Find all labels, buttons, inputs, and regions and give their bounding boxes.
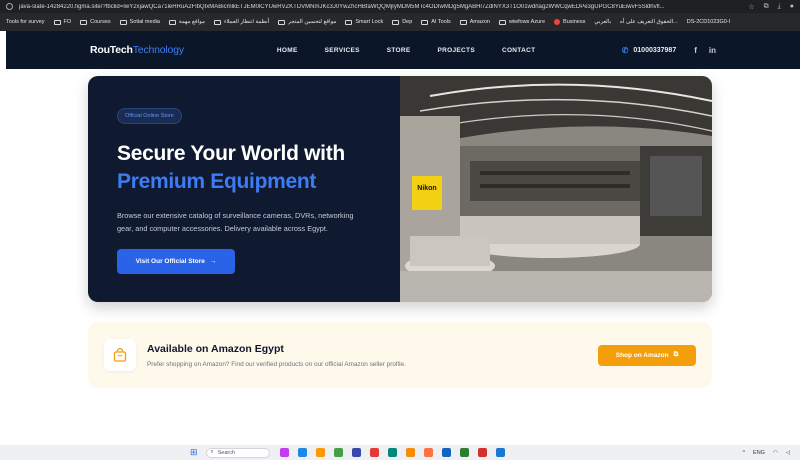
taskbar-app-icon[interactable] [297,448,307,457]
browser-address-bar: java-slate-14284220.figma.site/?fbclid=I… [0,0,800,13]
browser-extensions: ☆ ⧉ ⤓ ● [748,3,794,11]
folder-icon [459,19,467,25]
social-links: f in [694,46,716,55]
taskbar-app-icon[interactable] [351,448,361,457]
extensions-icon[interactable]: ⧉ [764,3,769,11]
hero-title: Secure Your World with [117,142,345,165]
nav-home[interactable]: HOME [277,47,298,54]
bookmark-item[interactable]: الحقوق التعريف على أه... [620,19,678,25]
bookmark-folder[interactable]: AI Tools [421,19,451,25]
taskbar-app-icon[interactable] [369,448,379,457]
linkedin-icon[interactable]: in [709,46,716,55]
wifi-icon[interactable]: ◠ [773,450,778,456]
folder-icon [80,19,88,25]
bookmark-folder[interactable]: Dep [392,19,412,25]
bookmark-folder[interactable]: مواقع مهمة [168,19,205,25]
taskbar-app-icon[interactable] [405,448,415,457]
volume-icon[interactable]: ◁ [786,450,790,456]
folder-icon [168,19,176,25]
site-header: RouTechTechnology HOME SERVICES STORE PR… [6,31,800,69]
taskbar-search[interactable]: ⌕ Search [205,447,270,458]
folder-icon [498,19,506,25]
taskbar-app-icon[interactable] [333,448,343,457]
bookmark-folder[interactable]: مواقع لتحسين المتجر [278,19,336,25]
hero-content: Official Online Store Secure Your World … [88,76,400,302]
arrow-right-icon: → [209,258,217,265]
nav-services[interactable]: SERVICES [325,47,360,54]
hero-card: Official Online Store Secure Your World … [88,76,712,302]
profile-icon[interactable]: ● [790,3,794,11]
phone-link[interactable]: ✆ 01000337987 [622,46,677,55]
bookmarks-bar: Tools for survey FO Courses Sotial media… [0,13,800,31]
amazon-title: Available on Amazon Egypt [147,342,284,355]
star-icon[interactable]: ☆ [748,3,754,11]
amazon-text: Available on Amazon Egypt Prefer shoppin… [147,343,406,368]
amazon-card: Available on Amazon Egypt Prefer shoppin… [88,322,712,388]
taskbar-app-icon[interactable] [495,448,505,457]
store-interior-image [400,76,712,302]
bookmark-item[interactable]: DS-2CD1023G0-I [687,19,730,25]
brand-logo[interactable]: RouTechTechnology [90,44,184,56]
store-photo: Nikon [400,76,712,302]
nav-contact[interactable]: CONTACT [502,47,535,54]
bookmark-folder[interactable]: Sotial media [119,19,160,25]
windows-taskbar: ⊞ ⌕ Search ^ ENG ◠ ◁ [0,445,800,460]
bookmark-folder[interactable]: wiwfows Azure [498,19,545,25]
official-store-badge: Official Online Store [117,108,182,124]
bookmark-folder[interactable]: Amazon [459,19,490,25]
search-icon: ⌕ [210,449,214,455]
folder-icon [278,19,286,25]
download-icon[interactable]: ⤓ [778,3,781,11]
phone-icon: ✆ [621,45,629,55]
nikon-sign: Nikon [417,185,437,192]
bookmark-item[interactable]: Tools for survey [6,19,45,25]
shop-on-amazon-label: Shop on Amazon [615,351,669,359]
windows-start-icon[interactable]: ⊞ [190,447,198,458]
taskbar-apps [279,448,505,457]
taskbar-app-icon[interactable] [459,448,469,457]
folder-icon [119,19,127,25]
bookmark-folder[interactable]: Courses [80,19,111,25]
taskbar-app-icon[interactable] [279,448,289,457]
bookmark-folder[interactable]: FO [53,19,71,25]
taskbar-app-icon[interactable] [423,448,433,457]
system-tray: ^ ENG ◠ ◁ [742,450,790,456]
hero-title-highlight: Premium Equipment [117,170,317,193]
chevron-up-icon[interactable]: ^ [742,450,745,456]
taskbar-search-label: Search [217,449,236,456]
nav-projects[interactable]: PROJECTS [438,47,475,54]
bookmark-item[interactable]: بالعربي [594,19,611,25]
nav-store[interactable]: STORE [387,47,411,54]
visit-store-label: Visit Our Official Store [135,258,205,265]
bookmark-favicon [554,19,561,25]
external-link-icon: ⧉ [673,351,679,358]
folder-icon [345,19,353,25]
language-indicator[interactable]: ENG [753,450,765,456]
taskbar-app-icon[interactable] [315,448,325,457]
visit-store-button[interactable]: Visit Our Official Store → [117,249,235,274]
amazon-subtitle: Prefer shopping on Amazon? Find our veri… [147,360,406,368]
folder-icon [421,19,429,25]
main-nav: HOME SERVICES STORE PROJECTS CONTACT [277,47,535,54]
taskbar-app-icon[interactable] [477,448,487,457]
bookmark-folder[interactable]: Smart Lock [345,19,383,25]
facebook-icon[interactable]: f [694,46,697,55]
folder-icon [392,19,400,25]
bookmark-item[interactable]: Business [554,19,585,25]
hero-description: Browse our extensive catalog of surveill… [117,211,354,233]
url-field[interactable]: java-slate-14284220.figma.site/?fbclid=I… [19,4,742,10]
taskbar-app-icon[interactable] [441,448,451,457]
taskbar-app-icon[interactable] [387,448,397,457]
shopping-bag-icon [104,339,136,371]
folder-icon [213,19,221,25]
bookmark-folder[interactable]: أنظمة انتظار العملاء [213,19,269,25]
site-info-icon[interactable] [6,3,13,10]
phone-number: 01000337987 [633,46,677,54]
folder-icon [53,19,61,25]
shop-on-amazon-button[interactable]: Shop on Amazon ⧉ [598,344,696,366]
